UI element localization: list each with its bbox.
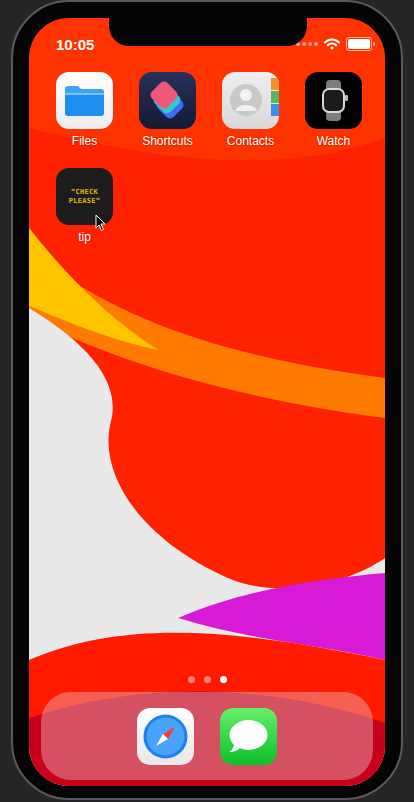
speech-bubble-icon: [220, 708, 277, 765]
shortcuts-icon: [139, 72, 196, 129]
mouse-pointer-icon: [95, 214, 107, 232]
logo-text: PLEASE”: [69, 197, 101, 205]
app-label[interactable]: Files: [72, 134, 97, 149]
app-tile[interactable]: [139, 72, 196, 129]
app-tile[interactable]: [222, 72, 279, 129]
dock: [41, 692, 373, 780]
page-indicator[interactable]: [29, 676, 385, 683]
app-icon-item[interactable]: Watch: [305, 72, 362, 149]
battery-cap: [373, 42, 375, 46]
watch-icon: [305, 72, 362, 129]
app-icon-item[interactable]: Contacts: [222, 72, 279, 149]
wallpaper: [29, 18, 385, 786]
folder-icon: [56, 72, 113, 129]
app-tile[interactable]: [56, 72, 113, 129]
logo-text: “CHECK: [71, 188, 98, 196]
app-icon-item[interactable]: Files: [56, 72, 113, 149]
app-tile[interactable]: [305, 72, 362, 129]
app-label[interactable]: tip: [78, 230, 91, 245]
device-frame: 10:05 Files Shortcuts Contacts Watch “CHECKPL…: [11, 0, 403, 800]
app-label[interactable]: Shortcuts: [142, 134, 193, 149]
home-screen: 10:05 Files Shortcuts Contacts Watch “CHECKPL…: [29, 18, 385, 786]
page-dot[interactable]: [188, 676, 195, 683]
battery-fill: [348, 39, 370, 49]
battery-body: [346, 37, 372, 51]
signal-dot: [308, 42, 312, 46]
dock-app[interactable]: [137, 708, 194, 765]
app-tile[interactable]: “CHECKPLEASE”: [56, 168, 113, 225]
notch: [109, 18, 307, 46]
wifi-icon: [324, 38, 340, 50]
signal-icon: [296, 42, 318, 46]
app-icon-item[interactable]: “CHECKPLEASE” tip: [56, 168, 113, 245]
signal-dot: [314, 42, 318, 46]
page-dot[interactable]: [204, 676, 211, 683]
signal-dot: [302, 42, 306, 46]
contacts-icon: [222, 72, 279, 129]
page-dot[interactable]: [220, 676, 227, 683]
app-icon-item[interactable]: Shortcuts: [139, 72, 196, 149]
dock-app[interactable]: [220, 708, 277, 765]
status-icons: [296, 37, 375, 51]
battery-icon: [346, 37, 375, 51]
compass-icon: [137, 708, 194, 765]
status-time: 10:05: [56, 36, 94, 53]
check-please-logo: “CHECKPLEASE”: [69, 188, 101, 204]
app-grid: Files Shortcuts Contacts Watch “CHECKPLEASE”…: [29, 54, 385, 245]
app-label[interactable]: Watch: [317, 134, 351, 149]
app-label[interactable]: Contacts: [227, 134, 274, 149]
